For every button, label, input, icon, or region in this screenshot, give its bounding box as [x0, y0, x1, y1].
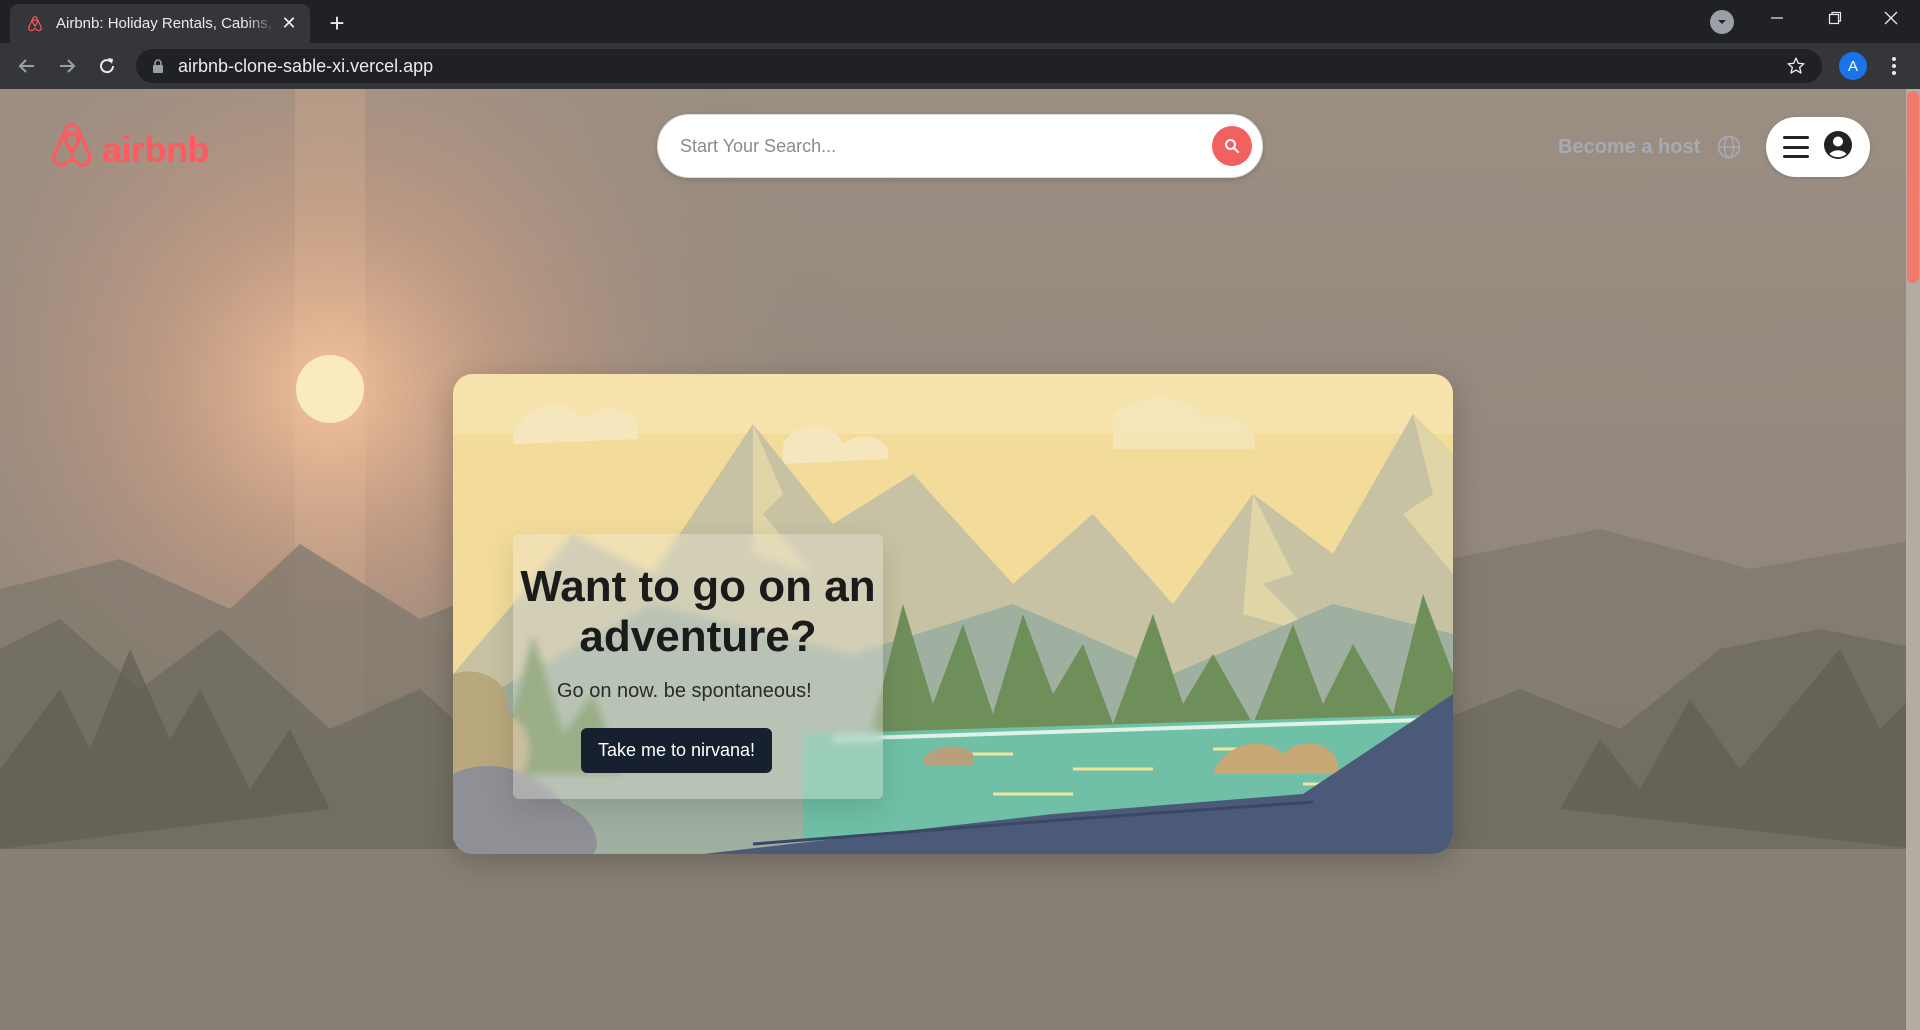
reload-icon[interactable] — [92, 51, 122, 81]
globe-icon[interactable] — [1716, 134, 1742, 160]
cta-button[interactable]: Take me to nirvana! — [581, 728, 772, 773]
airbnb-belo-icon — [48, 121, 96, 178]
browser-toolbar: airbnb-clone-sable-xi.vercel.app A — [0, 43, 1920, 89]
url-text: airbnb-clone-sable-xi.vercel.app — [178, 55, 434, 76]
window-close-icon[interactable] — [1862, 0, 1920, 36]
hamburger-icon — [1783, 136, 1809, 158]
hero-subtitle: Go on now. be spontaneous! — [557, 680, 812, 702]
search-bar[interactable] — [657, 114, 1263, 178]
tab-close-icon[interactable]: ✕ — [278, 13, 300, 35]
address-bar[interactable]: airbnb-clone-sable-xi.vercel.app — [136, 49, 1822, 83]
restore-icon[interactable] — [1806, 0, 1864, 36]
search-icon — [1225, 139, 1240, 154]
new-tab-button[interactable]: + — [322, 8, 352, 38]
back-icon[interactable] — [12, 51, 42, 81]
logo-text: airbnb — [102, 128, 210, 170]
become-host-link[interactable]: Become a host — [1558, 136, 1700, 159]
forward-icon[interactable] — [52, 51, 82, 81]
scrollbar-thumb[interactable] — [1907, 91, 1919, 283]
hero-card: Want to go on an adventure? Go on now. b… — [453, 374, 1453, 854]
tab-title: Airbnb: Holiday Rentals, Cabins, Beach H… — [56, 15, 278, 32]
browser-tab-bar: Airbnb: Holiday Rentals, Cabins, Beach H… — [0, 0, 1920, 43]
minimize-icon[interactable] — [1748, 0, 1806, 36]
browser-tab[interactable]: Airbnb: Holiday Rentals, Cabins, Beach H… — [10, 4, 310, 43]
bookmark-star-icon[interactable] — [1786, 56, 1806, 76]
airbnb-favicon-icon — [24, 13, 46, 35]
search-input[interactable] — [680, 135, 1212, 157]
airbnb-logo[interactable]: airbnb — [48, 121, 210, 178]
page-scrollbar[interactable] — [1906, 89, 1920, 1030]
tab-search-icon[interactable] — [1710, 10, 1734, 34]
user-circle-icon — [1823, 130, 1853, 165]
profile-avatar[interactable]: A — [1839, 52, 1867, 80]
hero-text-panel: Want to go on an adventure? Go on now. b… — [513, 534, 883, 799]
search-button[interactable] — [1212, 126, 1252, 166]
lock-icon — [152, 59, 164, 73]
browser-menu-icon[interactable] — [1880, 52, 1908, 80]
user-menu-button[interactable] — [1766, 117, 1870, 177]
page-viewport: airbnb Become a host — [0, 89, 1920, 1030]
hero-title: Want to go on an adventure? — [520, 562, 876, 661]
